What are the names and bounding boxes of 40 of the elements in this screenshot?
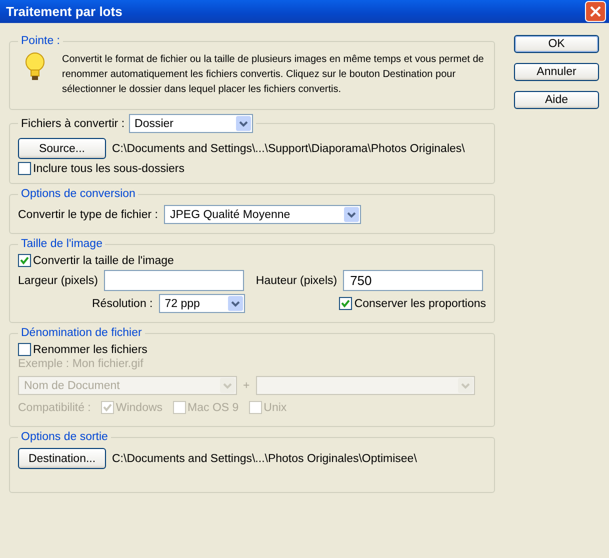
destination-path: C:\Documents and Settings\...\Photos Originales\Optimisee\ [112,452,417,464]
section-legend: Options de sortie [21,431,108,443]
check-icon [20,256,29,265]
source-path: C:\Documents and Settings\...\Support\Diaporama\Photos Originales\ [112,142,465,154]
dialog-button[interactable]: Annuler [514,63,599,81]
lightbulb-icon [24,52,46,82]
tip-text: Convertit le format de fichier ou la taille de plusieurs images en même temps et vous permet de renommer automatiquement les fichiers convertis. Cliquez sur le bouton Destination pour sélectionner le dossier dans lequel placer les fichiers convertis. [62,53,484,97]
section-legend: Taille de l'image [21,238,102,250]
section-legend: Options de conversion [21,188,136,200]
check-icon [102,403,112,412]
example-text: Exemple : Mon fichier.gif [18,358,144,370]
width-field[interactable] [104,270,244,291]
chevron-down-icon [460,382,470,388]
resize-checkbox[interactable]: Convertir la taille de l'image [18,254,486,267]
chevron-down-icon [223,382,232,388]
plus-separator: + [243,380,250,392]
check-icon [341,299,350,308]
files-label: Fichiers à convertir : [21,118,125,130]
section-legend: Dénomination de fichier [21,327,142,339]
dialog-button[interactable]: Aide [514,91,599,109]
resolution-dropdown[interactable]: 72 ppp [158,294,245,313]
compatibility-label: Compatibilité : [18,402,91,414]
file-type-label: Convertir le type de fichier : [18,208,158,220]
chevron-down-icon [230,300,240,306]
constrain-proportions-checkbox[interactable]: Conserver les proportions [339,297,486,310]
resolution-label: Résolution : [92,298,153,310]
source-button[interactable]: Source... [18,138,106,159]
height-field[interactable]: 750 [343,270,484,291]
window-title: Traitement par lots [6,4,124,19]
close-icon[interactable] [585,1,606,22]
dialog-button[interactable]: OK [514,35,599,53]
include-subfolders-checkbox[interactable]: Inclure tous les sous-dossiers [18,162,486,175]
chevron-down-icon [346,212,356,218]
section-legend: Pointe : [21,35,60,47]
file-type-dropdown[interactable]: JPEG Qualité Moyenne [164,205,361,224]
destination-button[interactable]: Destination... [18,448,106,469]
source-type-dropdown[interactable]: Dossier [128,114,253,133]
height-label: Hauteur (pixels) [256,274,338,286]
chevron-down-icon [238,120,248,126]
width-label: Largeur (pixels) [18,274,98,286]
